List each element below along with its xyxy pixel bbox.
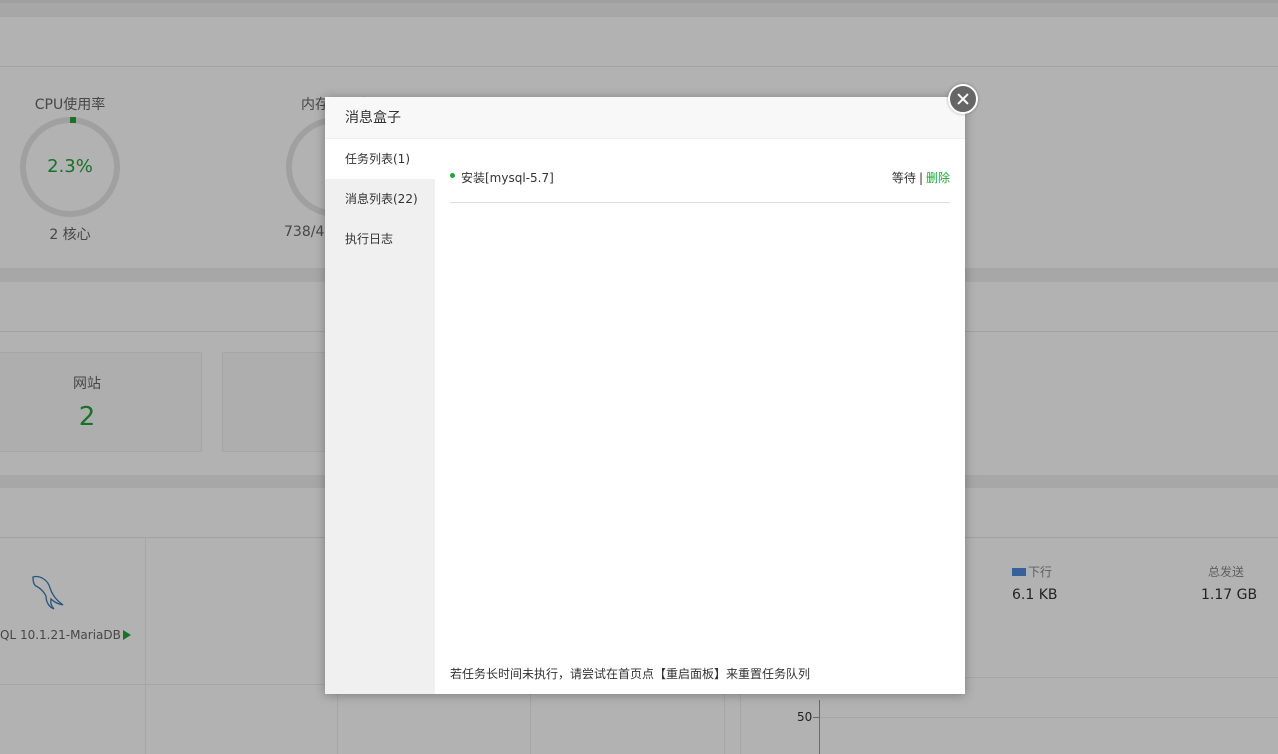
modal-title: 消息盒子 [325, 97, 965, 139]
tab-execution-log[interactable]: 执行日志 [325, 219, 435, 259]
tab-task-list[interactable]: 任务列表(1) [325, 139, 435, 179]
modal-sidebar: 任务列表(1) 消息列表(22) 执行日志 [325, 139, 435, 694]
close-icon[interactable] [948, 84, 978, 114]
list-item: 安装[mysql-5.7] 等待 | 删除 [450, 163, 950, 203]
modal-body: 任务列表(1) 消息列表(22) 执行日志 安装[mysql-5.7] 等待 | 删… [325, 139, 965, 694]
task-list-content: 安装[mysql-5.7] 等待 | 删除 若任务长时间未执行，请尝试在首页点【重启… [435, 139, 965, 694]
tab-message-list[interactable]: 消息列表(22) [325, 179, 435, 219]
message-box-modal: 消息盒子 任务列表(1) 消息列表(22) 执行日志 安装[mysql-5.7]… [325, 97, 965, 694]
task-name: 安装[mysql-5.7] [461, 171, 554, 185]
task-action-separator: | [918, 171, 923, 185]
task-actions: 等待 | 删除 [892, 169, 950, 186]
delete-task-link[interactable]: 删除 [926, 171, 950, 185]
task-tip: 若任务长时间未执行，请尝试在首页点【重启面板】来重置任务队列 [450, 667, 811, 681]
task-status: 等待 [891, 171, 916, 185]
task-status-dot [450, 173, 455, 178]
